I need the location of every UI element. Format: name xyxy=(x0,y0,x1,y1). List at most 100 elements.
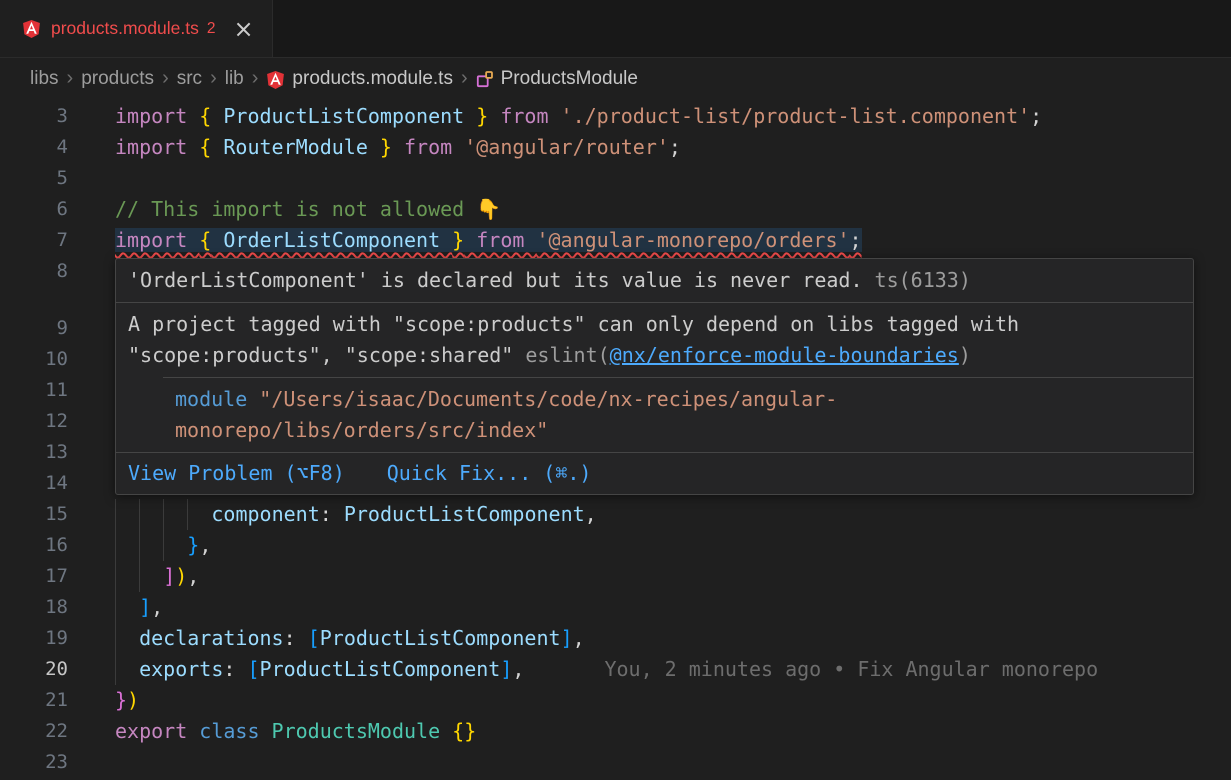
breadcrumb-label: ProductsModule xyxy=(501,68,638,90)
indent-guide xyxy=(115,592,139,623)
breadcrumb-label: lib xyxy=(225,68,244,90)
line-number: 7 xyxy=(0,225,68,256)
token: ProductListComponent xyxy=(320,626,561,650)
indent-guide xyxy=(115,623,139,654)
breadcrumb: libs›products›src›lib›products.module.ts… xyxy=(0,58,1231,100)
code-text: import { RouterModule } from '@angular/r… xyxy=(115,132,681,163)
hover-text-line: module "/Users/isaac/Documents/code/nx-r… xyxy=(175,384,1181,415)
code-text: export class ProductsModule {} xyxy=(115,716,476,747)
token: from xyxy=(392,135,464,159)
breadcrumb-item-src[interactable]: src xyxy=(177,68,202,90)
line-number: 6 xyxy=(0,194,68,225)
token: , xyxy=(512,657,524,681)
line-number: 17 xyxy=(0,561,68,592)
line-number: 15 xyxy=(0,499,68,530)
token: RouterModule xyxy=(211,135,380,159)
breadcrumb-item-lib[interactable]: lib xyxy=(225,68,244,90)
breadcrumb-item-libs[interactable]: libs xyxy=(30,68,59,90)
code-line[interactable]: 17 ]), xyxy=(0,561,1231,592)
line-number: 4 xyxy=(0,132,68,163)
line-number: 19 xyxy=(0,623,68,654)
breadcrumb-separator: › xyxy=(210,67,217,90)
hover-message-row: 'OrderListComponent' is declared but its… xyxy=(116,259,1193,302)
token: { xyxy=(199,135,211,159)
hover-link[interactable]: @nx/enforce-module-boundaries xyxy=(610,343,959,367)
indent-guide xyxy=(139,530,163,561)
line-number: 18 xyxy=(0,592,68,623)
code-text: import { OrderListComponent } from '@ang… xyxy=(115,225,862,256)
angular-icon xyxy=(22,19,41,38)
token: ] xyxy=(163,564,175,588)
line-number: 23 xyxy=(0,747,68,778)
token: 👇 xyxy=(476,197,501,221)
line-number: 22 xyxy=(0,716,68,747)
breadcrumb-item-products-module-ts[interactable]: products.module.ts xyxy=(266,68,453,90)
token: "scope:products", "scope:shared" xyxy=(128,343,525,367)
token: monorepo/libs/orders/src/index" xyxy=(175,418,548,442)
token: import xyxy=(115,135,199,159)
code-line[interactable]: 6 // This import is not allowed 👇 xyxy=(0,194,1231,225)
code-line[interactable]: 19 declarations: [ProductListComponent], xyxy=(0,623,1231,654)
token: // This import is not allowed xyxy=(115,197,476,221)
token: , xyxy=(187,564,199,588)
line-number: 21 xyxy=(0,685,68,716)
code-text: ], xyxy=(115,592,163,623)
code-text: import { ProductListComponent } from './… xyxy=(115,101,1042,132)
class-icon xyxy=(476,70,494,88)
code-line[interactable]: 4 import { RouterModule } from '@angular/… xyxy=(0,132,1231,163)
line-number: 12 xyxy=(0,406,68,437)
tab-products-module-ts[interactable]: products.module.ts 2 × xyxy=(0,0,273,57)
token: export xyxy=(115,719,199,743)
token: '@angular-monorepo/orders' xyxy=(536,228,849,252)
token: from xyxy=(488,104,560,128)
git-blame-annotation: You, 2 minutes ago • Fix Angular monorep… xyxy=(604,657,1098,681)
indent-guide xyxy=(139,561,163,592)
indent-guide xyxy=(115,499,139,530)
indent-guide xyxy=(163,499,187,530)
tab-bar: products.module.ts 2 × xyxy=(0,0,1231,58)
token: ) xyxy=(959,343,971,367)
line-number: 8 xyxy=(0,256,68,287)
token: : xyxy=(223,657,247,681)
code-line[interactable]: 22 export class ProductsModule {} xyxy=(0,716,1231,747)
breadcrumb-item-productsmodule[interactable]: ProductsModule xyxy=(476,68,638,90)
code-line[interactable]: 15 component: ProductListComponent, xyxy=(0,499,1231,530)
token: , xyxy=(573,626,585,650)
line-number: 13 xyxy=(0,437,68,468)
line-number: 11 xyxy=(0,375,68,406)
code-line[interactable]: 18 ], xyxy=(0,592,1231,623)
code-line[interactable]: 21}) xyxy=(0,685,1231,716)
token: ProductListComponent xyxy=(344,502,585,526)
token: ] xyxy=(561,626,573,650)
token: , xyxy=(585,502,597,526)
code-line[interactable]: 20 exports: [ProductListComponent],You, … xyxy=(0,654,1231,685)
tab-close-icon[interactable]: × xyxy=(233,17,253,41)
hover-action[interactable]: Quick Fix... (⌘.) xyxy=(387,458,592,489)
token: ; xyxy=(669,135,681,159)
code-line[interactable]: 16 }, xyxy=(0,530,1231,561)
indent-guide xyxy=(115,654,139,685)
token: ; xyxy=(1030,104,1042,128)
breadcrumb-item-products[interactable]: products xyxy=(81,68,154,90)
hover-action[interactable]: View Problem (⌥F8) xyxy=(128,458,345,489)
code-text: declarations: [ProductListComponent], xyxy=(115,623,585,654)
hover-text-line: "scope:products", "scope:shared" eslint(… xyxy=(128,340,1181,371)
code-line[interactable]: 7 import { OrderListComponent } from '@an… xyxy=(0,225,1231,256)
tab-label: products.module.ts xyxy=(51,18,199,39)
code-line[interactable]: 23 xyxy=(0,747,1231,778)
indent-guide xyxy=(139,499,163,530)
line-number: 14 xyxy=(0,468,68,499)
token: exports xyxy=(139,657,223,681)
token: import xyxy=(115,228,199,252)
token: './product-list/product-list.component' xyxy=(561,104,1031,128)
code-line[interactable]: 3import { ProductListComponent } from '.… xyxy=(0,101,1231,132)
token: import xyxy=(115,104,199,128)
line-number: 5 xyxy=(0,163,68,194)
token: 'OrderListComponent' is declared but its… xyxy=(128,268,863,292)
token: } xyxy=(476,104,488,128)
token: [ xyxy=(247,657,259,681)
token: : xyxy=(284,626,308,650)
code-line[interactable]: 5 xyxy=(0,163,1231,194)
token: ] xyxy=(500,657,512,681)
token: { xyxy=(199,228,211,252)
